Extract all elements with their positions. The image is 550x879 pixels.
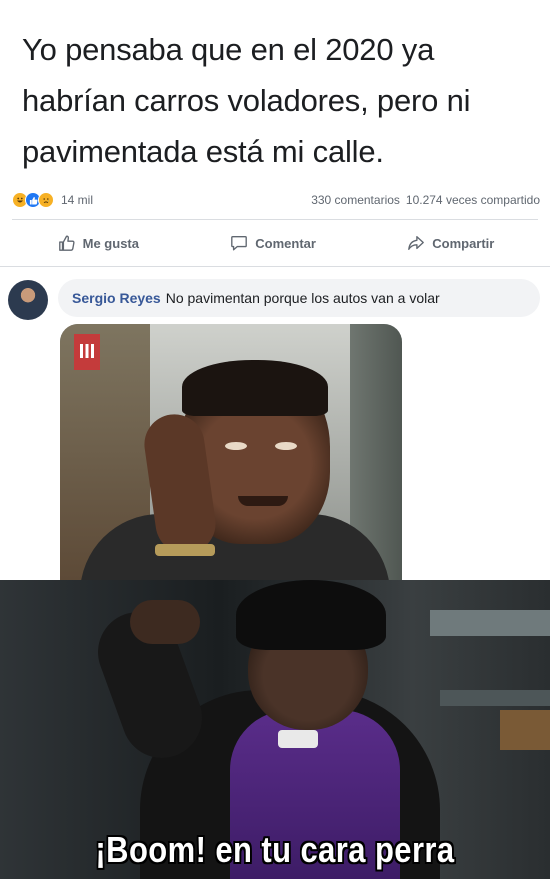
image-background — [430, 610, 550, 636]
reaction-icons — [12, 192, 54, 208]
person-figure — [182, 360, 328, 416]
person-figure — [225, 442, 247, 450]
person-figure — [275, 442, 297, 450]
post-actions: Me gusta Comentar Compartir — [12, 222, 540, 264]
person-figure — [155, 544, 215, 556]
like-button[interactable]: Me gusta — [46, 228, 151, 258]
reactions-summary[interactable]: 14 mil — [12, 192, 93, 208]
image-background — [440, 690, 550, 706]
share-arrow-icon — [408, 236, 425, 250]
comment-image[interactable] — [60, 324, 402, 580]
meme-caption: ¡Boom! en tu cara perra — [95, 829, 455, 870]
shares-count[interactable]: 10.274 veces compartido — [406, 193, 540, 207]
comment-text: No pavimentan porque los autos van a vol… — [165, 290, 440, 306]
person-figure — [278, 730, 318, 748]
person-figure — [238, 496, 288, 506]
sad-icon — [38, 192, 54, 208]
comments-count[interactable]: 330 comentarios — [311, 193, 400, 207]
engagement-counts: 330 comentarios 10.274 veces compartido — [311, 193, 540, 207]
like-button-label: Me gusta — [82, 235, 139, 251]
image-background — [500, 710, 550, 750]
person-figure — [236, 580, 386, 650]
thumbs-up-icon — [58, 235, 75, 251]
avatar[interactable] — [8, 280, 48, 320]
comment-bubble: Sergio Reyes No pavimentan porque los au… — [58, 279, 540, 317]
post-stats: 14 mil 330 comentarios 10.274 veces comp… — [12, 186, 540, 214]
reaction-count: 14 mil — [61, 193, 94, 207]
divider — [12, 219, 538, 220]
person-figure — [130, 600, 200, 644]
share-button-label: Compartir — [432, 235, 495, 251]
post-text-line: pavimentada está mi calle. — [22, 134, 384, 169]
tv-logo-icon — [74, 334, 100, 370]
post-text: Yo pensaba que en el 2020 ya habrían car… — [22, 24, 532, 177]
post-text-line: Yo pensaba que en el 2020 ya — [22, 32, 435, 67]
post-text-line: habrían carros voladores, pero ni — [22, 83, 471, 118]
comment-author[interactable]: Sergio Reyes — [72, 290, 161, 306]
comment-button-label: Comentar — [255, 235, 316, 251]
comment-icon — [231, 236, 248, 251]
comment-button[interactable]: Comentar — [218, 228, 328, 258]
share-button[interactable]: Compartir — [395, 228, 506, 258]
divider — [0, 266, 550, 267]
